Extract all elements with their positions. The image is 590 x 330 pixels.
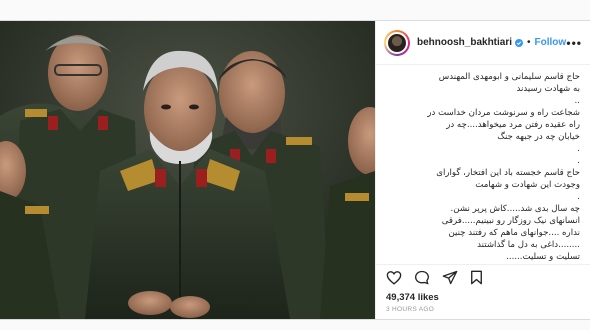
caption-line: چه سال بدی شد.....کاش پرپر نشن. (450, 204, 580, 214)
caption-line: . (577, 192, 580, 202)
follow-button[interactable]: Follow (535, 37, 567, 48)
separator-dot: • (527, 37, 531, 48)
posted-timestamp: 3 HOURS AGO (386, 306, 435, 313)
post-photo[interactable] (0, 21, 375, 319)
caption-line: حاج قاسم سلیمانی و ابومهدی المهندس (438, 72, 580, 82)
more-options-button[interactable]: ••• (566, 36, 582, 50)
post-side-panel: behnoosh_bakhtiari • Follow ••• حاج قاسم… (375, 21, 590, 319)
likes-count[interactable]: 49,374 likes (376, 290, 590, 303)
caption-line: راه عقیده رفتن مرد میخواهد....چه در (446, 120, 580, 130)
photo-illustration (0, 21, 375, 319)
caption-line: به شهادت رسیدند (516, 84, 580, 94)
share-icon[interactable] (442, 270, 458, 285)
avatar-image (386, 31, 408, 54)
post-header: behnoosh_bakhtiari • Follow ••• (376, 21, 590, 65)
caption-line: انسانهای نیک روزگار رو نبینیم.....فرقی (441, 216, 580, 226)
caption-line: نداره ....جوانهای ماهم که رفتند چنین (448, 228, 580, 238)
caption-line: حاج قاسم خجسته باد این افتخار، گوارای (436, 168, 580, 178)
action-bar (376, 264, 590, 290)
post-caption: حاج قاسم سلیمانی و ابومهدی المهندس به شها… (376, 65, 590, 264)
caption-line: وجودت این شهادت و شهامت (475, 180, 580, 190)
heart-icon[interactable] (386, 270, 402, 285)
caption-line: .. (574, 96, 580, 106)
caption-line: . (577, 144, 580, 154)
username-link[interactable]: behnoosh_bakhtiari (417, 37, 512, 48)
caption-line: ........داغی به دل ما گذاشتند (477, 240, 580, 250)
comment-icon[interactable] (414, 270, 430, 285)
caption-line: تسلیت و تسلیت...... (506, 252, 580, 262)
verified-badge-icon (515, 38, 524, 47)
caption-line: شجاعت راه و سرنوشت مردان خداست در (427, 108, 580, 118)
caption-line: . (577, 156, 580, 166)
bookmark-icon[interactable] (470, 270, 483, 285)
caption-line: خیابان چه در جبهه جنگ (497, 132, 580, 142)
caption-text: حاج قاسم سلیمانی و ابومهدی المهندس به شها… (390, 71, 580, 263)
avatar[interactable] (384, 29, 410, 56)
instagram-post: behnoosh_bakhtiari • Follow ••• حاج قاسم… (0, 20, 590, 320)
